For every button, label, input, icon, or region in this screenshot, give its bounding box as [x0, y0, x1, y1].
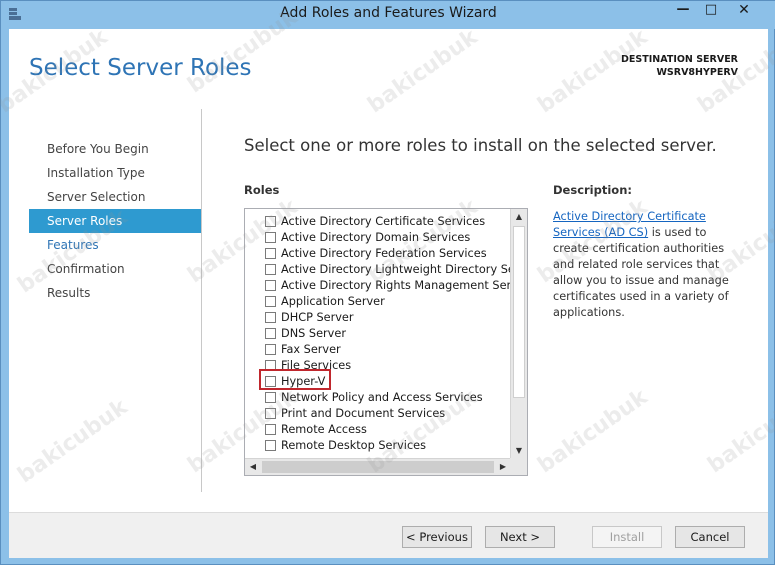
- role-item[interactable]: Remote Desktop Services: [245, 437, 511, 453]
- watermark: bakicubuk: [363, 24, 483, 119]
- role-item[interactable]: DNS Server: [245, 325, 511, 341]
- roles-listbox[interactable]: Active Directory Certificate Services Ac…: [244, 208, 528, 476]
- description-label: Description:: [553, 183, 632, 197]
- role-label: Active Directory Federation Services: [281, 246, 487, 260]
- cancel-button[interactable]: Cancel: [675, 526, 745, 548]
- role-label: Remote Access: [281, 422, 367, 436]
- role-checkbox[interactable]: [265, 423, 276, 435]
- instruction-heading: Select one or more roles to install on t…: [244, 136, 717, 155]
- role-label: Remote Desktop Services: [281, 438, 426, 452]
- nav-item-installation-type[interactable]: Installation Type: [29, 161, 201, 185]
- role-item[interactable]: Active Directory Rights Management Servi…: [245, 277, 511, 293]
- wizard-content: Select Server Roles DESTINATION SERVER W…: [0, 5, 775, 558]
- role-label: Fax Server: [281, 342, 341, 356]
- role-checkbox[interactable]: [265, 295, 276, 307]
- install-button[interactable]: Install: [592, 526, 662, 548]
- role-item[interactable]: Remote Access: [245, 421, 511, 437]
- watermark: bakicubuk: [703, 384, 775, 479]
- role-item[interactable]: Active Directory Certificate Services: [245, 213, 511, 229]
- role-label: DNS Server: [281, 326, 346, 340]
- scroll-down-icon[interactable]: ▼: [511, 443, 527, 459]
- nav-item-results: Results: [47, 286, 91, 300]
- nav-item-confirmation: Confirmation: [47, 262, 125, 276]
- role-checkbox[interactable]: [265, 311, 276, 323]
- button-bar: < Previous Next > Install Cancel: [9, 512, 768, 558]
- role-item[interactable]: DHCP Server: [245, 309, 511, 325]
- minimize-button[interactable]: —: [668, 1, 698, 21]
- role-checkbox[interactable]: [265, 343, 276, 355]
- scroll-right-icon[interactable]: ▶: [495, 459, 511, 475]
- scroll-up-icon[interactable]: ▲: [511, 209, 527, 225]
- role-checkbox[interactable]: [265, 215, 276, 227]
- role-label: DHCP Server: [281, 310, 354, 324]
- watermark: bakicubuk: [13, 394, 133, 489]
- nav-item-before-you-begin[interactable]: Before You Begin: [29, 137, 201, 161]
- roles-label: Roles: [244, 183, 280, 197]
- nav-item-server-roles[interactable]: Server Roles: [29, 209, 201, 233]
- nav-divider: [201, 109, 202, 492]
- role-item[interactable]: Fax Server: [245, 341, 511, 357]
- role-label: Network Policy and Access Services: [281, 390, 483, 404]
- nav-item-server-selection[interactable]: Server Selection: [29, 185, 201, 209]
- watermark: bakicubuk: [533, 384, 653, 479]
- role-checkbox[interactable]: [265, 327, 276, 339]
- role-label: Print and Document Services: [281, 406, 446, 420]
- wizard-window: Add Roles and Features Wizard — □ ✕ Sele…: [0, 0, 775, 565]
- title-bar[interactable]: Add Roles and Features Wizard — □ ✕: [1, 1, 775, 29]
- scroll-left-icon[interactable]: ◀: [245, 459, 261, 475]
- previous-button[interactable]: < Previous: [402, 526, 472, 548]
- role-item[interactable]: Active Directory Lightweight Directory S…: [245, 261, 511, 277]
- role-label: Active Directory Rights Management Servi…: [281, 278, 511, 292]
- role-label: Active Directory Certificate Services: [281, 214, 486, 228]
- role-checkbox[interactable]: [265, 279, 276, 291]
- vertical-scrollbar[interactable]: ▲ ▼: [510, 209, 527, 459]
- hyper-v-highlight-box: [259, 369, 331, 390]
- role-item[interactable]: Application Server: [245, 293, 511, 309]
- window-title: Add Roles and Features Wizard: [280, 5, 497, 21]
- description-body: is used to create certification authorit…: [553, 226, 729, 319]
- role-label: Active Directory Domain Services: [281, 230, 471, 244]
- role-checkbox[interactable]: [265, 231, 276, 243]
- role-item[interactable]: Active Directory Domain Services: [245, 229, 511, 245]
- destination-server-name: WSRV8HYPERV: [656, 67, 738, 78]
- maximize-button[interactable]: □: [696, 1, 726, 21]
- role-checkbox[interactable]: [265, 247, 276, 259]
- role-item[interactable]: Network Policy and Access Services: [245, 389, 511, 405]
- nav-item-features[interactable]: Features: [29, 233, 201, 257]
- role-item[interactable]: Active Directory Federation Services: [245, 245, 511, 261]
- role-checkbox[interactable]: [265, 391, 276, 403]
- roles-list: Active Directory Certificate Services Ac…: [245, 213, 511, 461]
- horizontal-scrollbar[interactable]: ◀ ▶: [245, 458, 511, 475]
- next-button[interactable]: Next >: [485, 526, 555, 548]
- role-checkbox[interactable]: [265, 439, 276, 451]
- vertical-scroll-thumb[interactable]: [513, 226, 525, 398]
- wizard-nav: Before You Begin Installation Type Serve…: [29, 137, 201, 305]
- destination-label: DESTINATION SERVER: [621, 54, 738, 65]
- page-title: Select Server Roles: [29, 55, 252, 81]
- scrollbar-corner: [510, 458, 527, 475]
- close-button[interactable]: ✕: [727, 1, 761, 21]
- role-label: Active Directory Lightweight Directory S…: [281, 262, 511, 276]
- role-label: Application Server: [281, 294, 385, 308]
- role-checkbox[interactable]: [265, 263, 276, 275]
- destination-server-block: DESTINATION SERVER WSRV8HYPERV: [621, 53, 738, 79]
- description-text: Active Directory Certificate Services (A…: [553, 209, 733, 321]
- horizontal-scroll-thumb[interactable]: [262, 461, 494, 473]
- role-item[interactable]: Print and Document Services: [245, 405, 511, 421]
- role-checkbox[interactable]: [265, 407, 276, 419]
